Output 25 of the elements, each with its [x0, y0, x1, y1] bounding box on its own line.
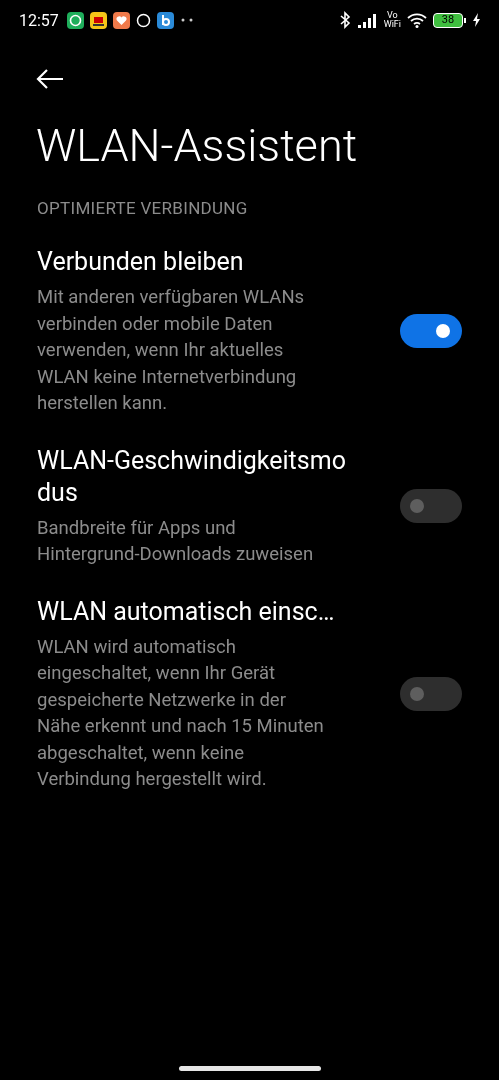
charging-icon: [472, 13, 481, 27]
setting-description: Mit anderen verfügbaren WLANs verbinden oder mobile Daten verwenden, wenn Ihr aktuelles WLAN keine Internetverbindung herstellen kann.: [37, 285, 306, 416]
setting-title: WLAN-Geschwindigkeitsmodus: [37, 444, 347, 509]
more-dots-icon: [179, 18, 194, 22]
setting-title: WLAN automatisch einsc…: [37, 595, 336, 628]
signal-icon: [357, 12, 378, 28]
mail-app-icon: [89, 11, 107, 29]
page-title: WLAN-Assistent: [36, 118, 359, 174]
circle-icon: [135, 12, 151, 28]
battery-level: 38: [441, 14, 455, 26]
clock: 12:57: [19, 10, 59, 30]
home-indicator[interactable]: [178, 1066, 321, 1071]
health-app-icon: [112, 11, 130, 29]
app-icon: [156, 11, 174, 29]
toggle-switch[interactable]: [400, 314, 462, 349]
setting-description: WLAN wird automatisch eingeschaltet, wenn Ihr Gerät gespeicherte Netzwerke in der Nähe erkennt und nach 15 Minuten abgeschaltet, wenn keine Verbindung hergestellt wird.: [37, 634, 325, 792]
setting-title: Verbunden bleiben: [37, 246, 245, 278]
wifi-icon: [407, 12, 427, 28]
toggle-switch[interactable]: [400, 489, 462, 523]
toggle-switch[interactable]: [400, 677, 462, 711]
section-header: OPTIMIERTE VERBINDUNG: [37, 198, 249, 218]
vowifi-label: Vo WiFi: [383, 11, 401, 29]
back-arrow-icon[interactable]: [36, 68, 64, 90]
chat-app-icon: [66, 11, 84, 29]
setting-description: Bandbreite für Apps und Hintergrund-Downloads zuweisen: [37, 515, 315, 567]
